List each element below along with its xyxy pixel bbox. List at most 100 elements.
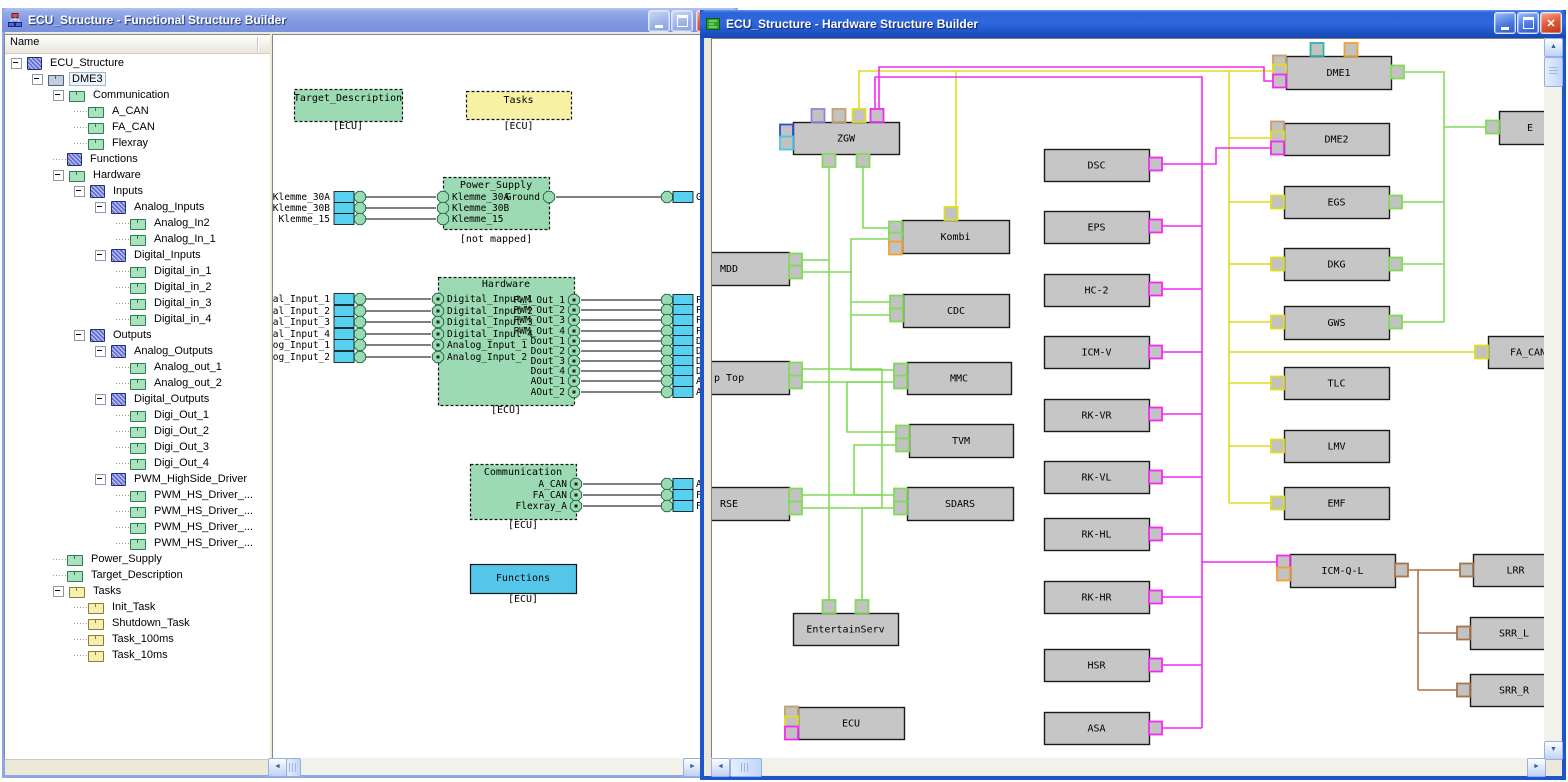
hardware-horizontal-scrollbar[interactable] bbox=[711, 758, 1544, 775]
green-port[interactable] bbox=[894, 376, 907, 389]
tree-item-shutdown-task[interactable]: Shutdown_Task bbox=[5, 615, 271, 631]
port-octagon[interactable] bbox=[661, 191, 672, 202]
output-stub[interactable] bbox=[673, 490, 693, 501]
green-port[interactable] bbox=[823, 154, 836, 167]
scroll-right-button[interactable] bbox=[1527, 758, 1546, 777]
output-stub[interactable] bbox=[673, 501, 693, 512]
tree-item-target-description[interactable]: Target_Description bbox=[5, 567, 271, 583]
input-stub[interactable] bbox=[334, 352, 354, 363]
scroll-thumb[interactable] bbox=[1544, 57, 1563, 87]
green-port[interactable] bbox=[1486, 121, 1499, 134]
input-stub[interactable] bbox=[334, 192, 354, 203]
tree-item-flexray[interactable]: Flexray bbox=[5, 135, 271, 151]
tree-item-tasks[interactable]: Tasks bbox=[5, 583, 271, 599]
tree-item-pwm-highside-driver[interactable]: PWM_HighSide_Driver bbox=[5, 471, 271, 487]
output-stub[interactable] bbox=[673, 315, 693, 326]
brown-port[interactable] bbox=[1457, 684, 1470, 697]
brown-port[interactable] bbox=[1395, 564, 1408, 577]
tree-item-task-10ms[interactable]: Task_10ms bbox=[5, 647, 271, 663]
tree-expander-minus[interactable] bbox=[53, 170, 64, 181]
tree-item-digi-out-2[interactable]: Digi_Out_2 bbox=[5, 423, 271, 439]
tree-item-task-100ms[interactable]: Task_100ms bbox=[5, 631, 271, 647]
green-port[interactable] bbox=[789, 376, 802, 389]
output-stub[interactable] bbox=[673, 356, 693, 367]
hardware-diagram-canvas[interactable]: ZGWKombiMDDp TopRSECDCMMCTVMSDARSEnterta… bbox=[711, 38, 1546, 760]
green-port[interactable] bbox=[789, 489, 802, 502]
tree-item-digital-in-2[interactable]: Digital_in_2 bbox=[5, 279, 271, 295]
input-stub[interactable] bbox=[334, 329, 354, 340]
tree-item-analog-inputs[interactable]: Analog_Inputs bbox=[5, 199, 271, 215]
minimize-button[interactable] bbox=[1494, 12, 1516, 34]
yellow-port[interactable] bbox=[1271, 258, 1284, 271]
green-port[interactable] bbox=[896, 439, 909, 452]
functional-window-titlebar[interactable]: ECU_Structure - Functional Structure Bui… bbox=[2, 8, 738, 32]
tree-expander-minus[interactable] bbox=[95, 394, 106, 405]
port-octagon[interactable] bbox=[354, 191, 365, 202]
maximize-button[interactable] bbox=[1517, 12, 1539, 34]
input-stub[interactable] bbox=[334, 317, 354, 328]
output-stub[interactable] bbox=[673, 376, 693, 387]
scroll-left-button[interactable] bbox=[268, 758, 287, 777]
green-port[interactable] bbox=[1389, 196, 1402, 209]
functional-diagram-canvas[interactable]: Klemme_30AKlemme_30BKlemme_15Digital_Inp… bbox=[272, 34, 702, 760]
tree-item-hardware[interactable]: Hardware bbox=[5, 167, 271, 183]
magenta-port[interactable] bbox=[1277, 556, 1290, 569]
brown-port[interactable] bbox=[1457, 627, 1470, 640]
hardware-window-titlebar[interactable]: ECU_Structure - Hardware Structure Build… bbox=[700, 10, 1566, 38]
port-octagon[interactable] bbox=[354, 351, 365, 362]
green-port[interactable] bbox=[890, 309, 903, 322]
tree-expander-minus[interactable] bbox=[11, 58, 22, 69]
tree-item-fa-can[interactable]: FA_CAN bbox=[5, 119, 271, 135]
magenta-port[interactable] bbox=[1271, 142, 1284, 155]
port-octagon[interactable] bbox=[661, 386, 672, 397]
hardware-vertical-scrollbar[interactable] bbox=[1544, 38, 1561, 758]
orange-port[interactable] bbox=[1345, 43, 1358, 56]
tree-item-analog-in2[interactable]: Analog_In2 bbox=[5, 215, 271, 231]
brown-port[interactable] bbox=[1460, 564, 1473, 577]
tree-item-ecu-structure[interactable]: ECU_Structure bbox=[5, 55, 271, 71]
green-port[interactable] bbox=[857, 154, 870, 167]
green-port[interactable] bbox=[789, 266, 802, 279]
tree-expander-minus[interactable] bbox=[95, 474, 106, 485]
tree-item-digital-in-3[interactable]: Digital_in_3 bbox=[5, 295, 271, 311]
magenta-port[interactable] bbox=[1273, 75, 1286, 88]
magenta-port[interactable] bbox=[1149, 722, 1162, 735]
yellow-port[interactable] bbox=[1271, 316, 1284, 329]
tree-item-pwm-hs-driver[interactable]: PWM_HS_Driver_... bbox=[5, 519, 271, 535]
yellow-port[interactable] bbox=[1271, 440, 1284, 453]
tree-item-digital-in-4[interactable]: Digital_in_4 bbox=[5, 311, 271, 327]
teal-port[interactable] bbox=[1311, 43, 1324, 56]
tree-item-dme3[interactable]: DME3 bbox=[5, 71, 271, 87]
port-octagon[interactable] bbox=[661, 489, 672, 500]
magenta-port[interactable] bbox=[1149, 158, 1162, 171]
tree-item-pwm-hs-driver[interactable]: PWM_HS_Driver_... bbox=[5, 503, 271, 519]
yellow-port[interactable] bbox=[945, 207, 958, 220]
port-octagon[interactable] bbox=[354, 293, 365, 304]
close-button[interactable] bbox=[1540, 12, 1562, 34]
blue-port[interactable] bbox=[780, 125, 793, 138]
yellow-port[interactable] bbox=[853, 109, 866, 122]
tree-item-analog-in-1[interactable]: Analog_In_1 bbox=[5, 231, 271, 247]
tree-item-analog-out-2[interactable]: Analog_out_2 bbox=[5, 375, 271, 391]
input-stub[interactable] bbox=[334, 340, 354, 351]
scroll-down-button[interactable] bbox=[1544, 741, 1563, 760]
port-octagon[interactable] bbox=[661, 375, 672, 386]
tree-item-communication[interactable]: Communication bbox=[5, 87, 271, 103]
port-octagon[interactable] bbox=[661, 478, 672, 489]
tree-item-analog-outputs[interactable]: Analog_Outputs bbox=[5, 343, 271, 359]
tree-column-header[interactable]: Name bbox=[5, 35, 271, 54]
output-stub[interactable] bbox=[673, 295, 693, 306]
magenta-port[interactable] bbox=[1149, 408, 1162, 421]
tree-item-outputs[interactable]: Outputs bbox=[5, 327, 271, 343]
port-octagon[interactable] bbox=[437, 191, 448, 202]
yellow-port[interactable] bbox=[1271, 497, 1284, 510]
tree-item-digital-in-1[interactable]: Digital_in_1 bbox=[5, 263, 271, 279]
tree-item-pwm-hs-driver[interactable]: PWM_HS_Driver_... bbox=[5, 535, 271, 551]
input-stub[interactable] bbox=[334, 294, 354, 305]
output-stub[interactable] bbox=[673, 366, 693, 377]
magenta-port[interactable] bbox=[1149, 471, 1162, 484]
green-port[interactable] bbox=[894, 364, 907, 377]
port-octagon[interactable] bbox=[661, 500, 672, 511]
magenta-port[interactable] bbox=[1149, 591, 1162, 604]
hw-block-e[interactable] bbox=[1500, 112, 1546, 145]
